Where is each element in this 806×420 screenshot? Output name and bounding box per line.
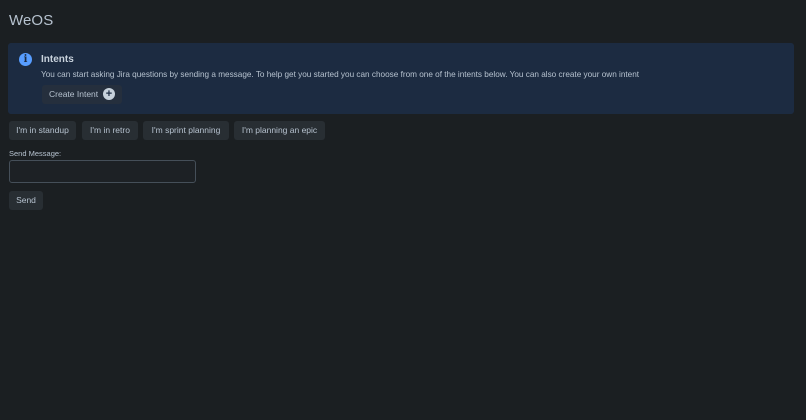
send-message-input[interactable] [9,160,196,183]
create-intent-label: Create Intent [49,89,99,99]
intent-retro-button[interactable]: I'm in retro [82,121,138,140]
intents-info-banner: i Intents You can start asking Jira ques… [8,43,794,114]
intent-sprint-planning-button[interactable]: I'm sprint planning [143,121,229,140]
info-icon: i [19,53,32,66]
intent-standup-button[interactable]: I'm in standup [9,121,76,140]
app-title: WeOS [9,12,54,29]
app-root: WeOS i Intents You can start asking Jira… [0,0,806,420]
send-message-label: Send Message: [9,149,62,158]
send-button[interactable]: Send [9,191,43,210]
banner-description: You can start asking Jira questions by s… [41,70,640,79]
banner-title: Intents [41,54,74,65]
intent-planning-epic-button[interactable]: I'm planning an epic [234,121,325,140]
create-intent-button[interactable]: Create Intent + [42,85,122,104]
plus-circle-icon: + [103,88,115,100]
